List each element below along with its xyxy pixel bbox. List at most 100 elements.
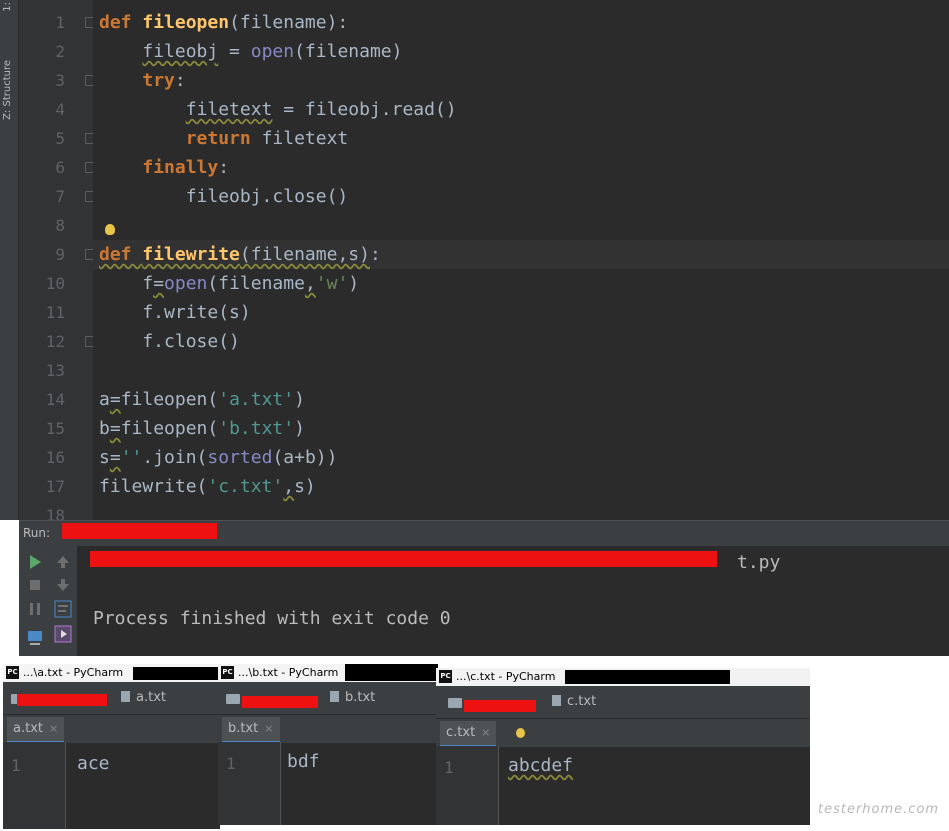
line-number: 8 xyxy=(55,216,65,235)
window-titlebar[interactable]: PC ...\a.txt - PyCharm xyxy=(3,664,220,682)
window-titlebar[interactable]: PC ...\b.txt - PyCharm xyxy=(218,664,438,682)
editor-gutter: 1 xyxy=(436,746,499,825)
code-line: return filetext xyxy=(185,128,349,149)
code-line: filetext = fileobj.read() xyxy=(185,99,457,120)
lightbulb-icon[interactable] xyxy=(516,728,525,738)
line-number: 15 xyxy=(45,419,65,438)
tab-c-txt[interactable]: c.txt × xyxy=(440,721,497,748)
redaction-mark xyxy=(565,670,730,684)
line-number: 12 xyxy=(45,332,65,351)
stop-icon[interactable] xyxy=(25,575,45,595)
editor-tabs: c.txt × xyxy=(436,718,810,748)
layout-icon[interactable] xyxy=(25,628,45,648)
tool-window-strip: Z: Structure 1: xyxy=(0,0,19,520)
editor-tabs: a.txt × xyxy=(3,714,220,744)
line-number: 10 xyxy=(45,274,65,293)
close-icon[interactable]: × xyxy=(264,722,273,735)
tab-a-txt[interactable]: a.txt × xyxy=(7,717,65,744)
line-number: 11 xyxy=(45,303,65,322)
line-number: 5 xyxy=(55,129,65,148)
line-number: 1 xyxy=(55,13,65,32)
line-number: 9 xyxy=(55,245,65,264)
redaction-mark xyxy=(62,523,217,539)
line-number: 1 xyxy=(226,754,236,773)
line-number: 2 xyxy=(55,42,65,61)
editor-gutter: 1 xyxy=(218,742,281,825)
folder-icon xyxy=(226,694,240,704)
redaction-mark xyxy=(242,696,318,708)
rerun-icon[interactable] xyxy=(25,552,45,572)
code-line: f.close() xyxy=(99,331,240,352)
code-line: try: xyxy=(142,70,186,91)
redaction-mark xyxy=(90,551,717,567)
pycharm-icon: PC xyxy=(221,666,234,679)
editor-tabs: b.txt × xyxy=(218,714,438,744)
redaction-mark xyxy=(133,667,220,680)
line-number: 7 xyxy=(55,187,65,206)
console-command-tail: t.py xyxy=(737,552,781,573)
run-console[interactable]: t.py Process finished with exit code 0 xyxy=(77,546,949,656)
run-label: Run: xyxy=(23,526,51,540)
editor-gutter: 1 xyxy=(3,742,66,829)
scroll-to-end-icon[interactable] xyxy=(53,624,73,644)
code-line: f=open(filename,'w') xyxy=(99,273,360,294)
code-line: def filewrite(filename,s): xyxy=(99,244,381,265)
tab-label: a.txt xyxy=(13,721,43,736)
file-content[interactable]: bdf xyxy=(287,751,320,772)
redaction-mark xyxy=(464,700,536,712)
line-number: 4 xyxy=(55,100,65,119)
file-icon xyxy=(121,691,130,702)
window-titlebar[interactable]: PC ...\c.txt - PyCharm xyxy=(436,668,810,686)
structure-tool-tab[interactable]: Z: Structure xyxy=(2,60,13,120)
window-title: ...\c.txt - PyCharm xyxy=(456,670,556,683)
breadcrumb-file-label: a.txt xyxy=(136,690,166,705)
line-number: 14 xyxy=(45,390,65,409)
breadcrumb-file-label: c.txt xyxy=(567,694,597,709)
watermark: testerhome.com xyxy=(818,802,940,817)
navigation-bar: c.txt xyxy=(436,686,810,718)
window-a-txt: PC ...\a.txt - PyCharm a.txt a.txt × 1 ac… xyxy=(3,664,220,829)
line-number: 1 xyxy=(11,756,21,775)
breadcrumb-file[interactable]: b.txt xyxy=(330,690,375,705)
line-number: 16 xyxy=(45,448,65,467)
redaction-mark xyxy=(17,694,107,706)
line-number: 1 xyxy=(444,758,454,777)
navigation-bar: a.txt xyxy=(3,682,220,714)
breadcrumb-file-label: b.txt xyxy=(345,690,376,705)
file-icon xyxy=(552,695,561,706)
soft-wrap-icon[interactable] xyxy=(53,599,73,619)
window-c-txt: PC ...\c.txt - PyCharm c.txt c.txt × 1 ab… xyxy=(436,668,810,825)
file-icon xyxy=(330,691,339,702)
breadcrumb-file[interactable]: a.txt xyxy=(121,690,166,705)
up-arrow-icon[interactable] xyxy=(53,552,73,572)
code-line: s=''.join(sorted(a+b)) xyxy=(99,447,338,468)
code-editor[interactable]: def fileopen(filename): fileobj = open(f… xyxy=(93,0,949,520)
breadcrumb-file[interactable]: c.txt xyxy=(552,694,596,709)
code-line: def fileopen(filename): xyxy=(99,12,349,33)
tab-b-txt[interactable]: b.txt × xyxy=(222,717,280,744)
project-tool-tab[interactable]: 1: xyxy=(2,2,13,12)
window-b-txt: PC ...\b.txt - PyCharm b.txt b.txt × 1 bd… xyxy=(218,664,438,825)
file-content[interactable]: abcdef xyxy=(508,755,573,776)
down-arrow-icon[interactable] xyxy=(53,575,73,595)
pycharm-icon: PC xyxy=(6,666,19,679)
tab-label: c.txt xyxy=(446,725,476,740)
tab-label: b.txt xyxy=(228,721,259,736)
run-panel-header: Run: xyxy=(19,520,949,547)
file-content[interactable]: ace xyxy=(77,753,110,774)
code-line: finally: xyxy=(142,157,230,178)
close-icon[interactable]: × xyxy=(481,726,490,739)
code-line: fileobj.close() xyxy=(99,186,349,207)
code-line: a=fileopen('a.txt') xyxy=(99,389,305,410)
pause-icon[interactable] xyxy=(25,599,45,619)
line-number: 13 xyxy=(45,361,65,380)
code-line: b=fileopen('b.txt') xyxy=(99,418,305,439)
code-line: f.write(s) xyxy=(99,302,251,323)
window-title: ...\b.txt - PyCharm xyxy=(238,666,339,679)
window-title: ...\a.txt - PyCharm xyxy=(23,666,124,679)
close-icon[interactable]: × xyxy=(49,722,58,735)
console-exit-message: Process finished with exit code 0 xyxy=(93,608,451,629)
code-line: fileobj = open(filename) xyxy=(142,41,403,62)
